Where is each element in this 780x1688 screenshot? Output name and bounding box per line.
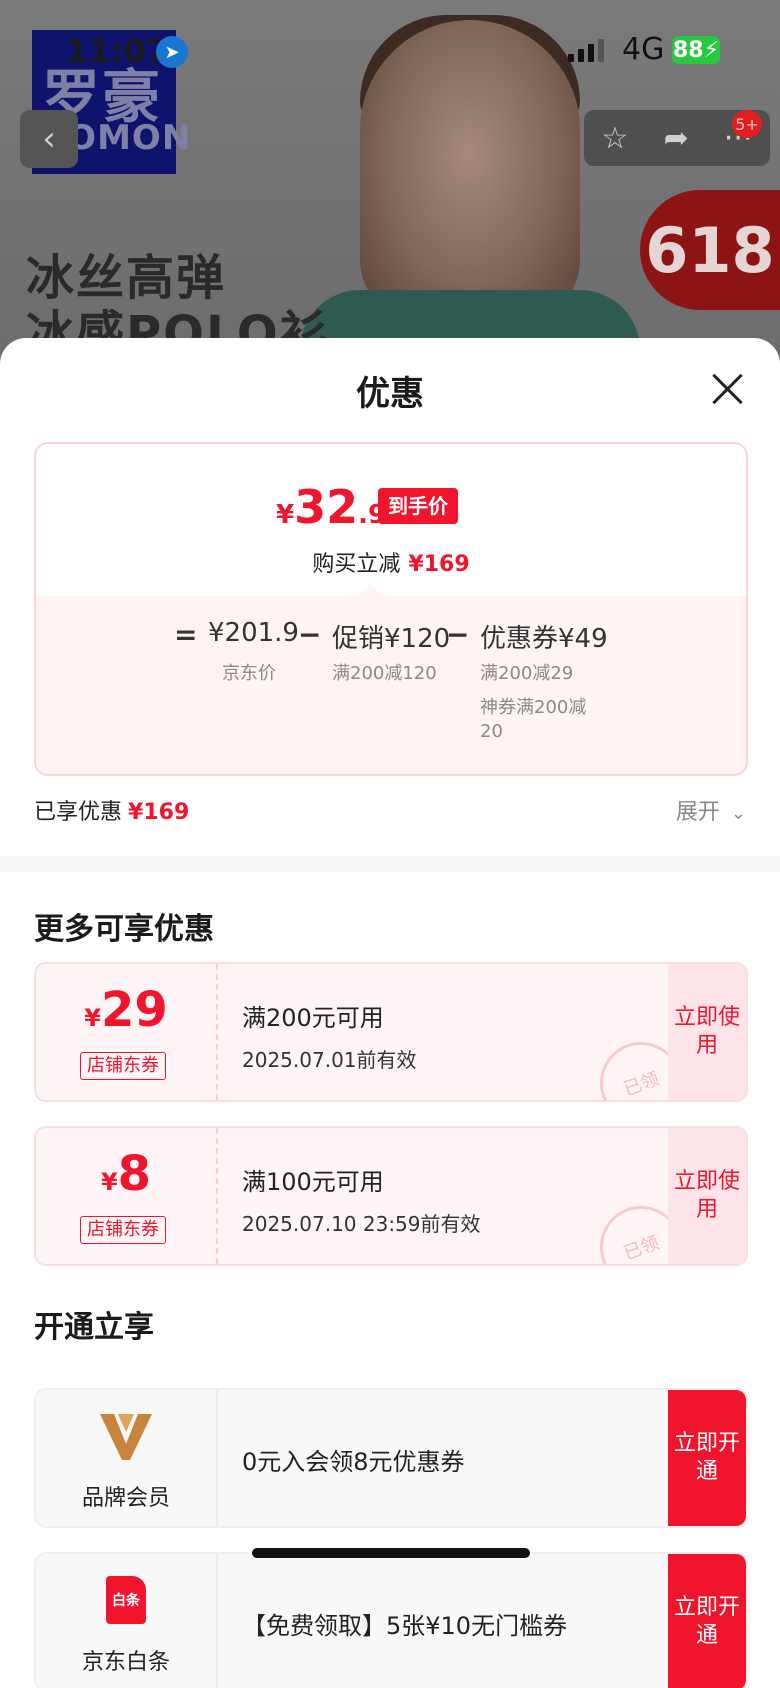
member-logo-area: 品牌会员 — [36, 1390, 218, 1526]
minus-sign: − — [446, 618, 470, 651]
calc-jd-price: ¥201.9 — [208, 618, 299, 648]
chevron-down-icon: ⌄ — [730, 803, 746, 824]
calc-coupon-rule-2: 神券满200减20 — [480, 697, 587, 742]
promo-line-1: 冰丝高弹 — [26, 250, 227, 306]
enjoyed-label: 已享优惠 — [34, 800, 123, 825]
coupon-condition: 满100元可用 — [242, 1168, 384, 1196]
baitiao-name: 京东白条 — [81, 1650, 170, 1675]
saving-line: 购买立减 ¥169 — [36, 546, 746, 578]
coupon-type: 店铺东券 — [80, 1216, 166, 1244]
saving-label: 购买立减 — [312, 552, 401, 577]
sheet-title: 优惠 — [356, 374, 424, 414]
battery-level: 88 — [672, 37, 704, 63]
final-price-currency: ¥ — [276, 500, 295, 530]
join-member-button[interactable]: 立即开通 — [668, 1390, 746, 1526]
coupon-value: ¥29 店铺东券 — [36, 964, 218, 1100]
section-divider — [0, 856, 780, 872]
coupon-condition: 满200元可用 — [242, 1004, 384, 1032]
coupon-amount: ¥29 — [36, 982, 216, 1038]
calc-promo-rule: 满200减120 — [332, 663, 437, 684]
calc-jd-price-label: 京东价 — [222, 663, 276, 684]
member-name: 品牌会员 — [81, 1486, 170, 1511]
use-coupon-button[interactable]: 立即使用 — [668, 964, 746, 1100]
expand-button[interactable]: 展开 ⌄ — [676, 794, 746, 826]
enjoyed-amount: ¥169 — [128, 800, 190, 825]
coupon-type: 店铺东券 — [80, 1052, 166, 1080]
use-coupon-button[interactable]: 立即使用 — [668, 1128, 746, 1264]
coupon-amount-number: 8 — [117, 1146, 152, 1202]
coupon-currency: ¥ — [84, 1004, 101, 1032]
coupon-value: ¥8 店铺东券 — [36, 1128, 218, 1264]
chevron-left-icon: ‹ — [42, 119, 56, 159]
more-offers-title: 更多可享优惠 — [34, 912, 214, 947]
final-price-integer: 32 — [294, 480, 359, 534]
open-baitiao-button[interactable]: 立即开通 — [668, 1554, 746, 1688]
member-description: 0元入会领8元优惠券 — [242, 1448, 465, 1476]
location-icon: ➤ — [156, 36, 188, 68]
calc-minus-2: − — [446, 618, 469, 651]
discount-sheet: 优惠 ¥32.9 到手价 购买立减 ¥169 = ¥201.9 京东价 − 促销¥… — [0, 338, 780, 1688]
calc-minus-1: − — [298, 618, 321, 651]
coupon-card[interactable]: ¥8 店铺东券 满100元可用 2025.07.10 23:59前有效 已领 立… — [34, 1126, 748, 1266]
expand-label: 展开 — [675, 800, 720, 825]
price-calculation: = ¥201.9 京东价 − 促销¥120 满200减120 − 优惠券¥49 … — [36, 584, 746, 774]
final-price: ¥32.9 — [276, 480, 386, 534]
brand-member-card[interactable]: 品牌会员 0元入会领8元优惠券 立即开通 — [34, 1388, 748, 1528]
coupon-card[interactable]: ¥29 店铺东券 满200元可用 2025.07.01前有效 已领 立即使用 — [34, 962, 748, 1102]
equals-sign: = — [174, 618, 198, 651]
brand-member-logo-icon — [100, 1414, 152, 1460]
baitiao-card[interactable]: 白条 京东白条 【免费领取】5张¥10无门槛券 立即开通 — [34, 1552, 748, 1688]
coupon-amount-number: 29 — [100, 982, 168, 1038]
baitiao-logo-icon: 白条 — [106, 1576, 146, 1624]
coupon-currency: ¥ — [100, 1168, 118, 1196]
campaign-badge: 618 — [640, 190, 780, 310]
battery-icon: 88 ⚡ — [672, 36, 720, 64]
status-bar: 11:07 ➤ 4G 88 ⚡ — [0, 30, 780, 74]
membership-title: 开通立享 — [34, 1310, 154, 1345]
baitiao-description: 【免费领取】5张¥10无门槛券 — [242, 1612, 568, 1640]
home-indicator[interactable] — [252, 1548, 530, 1558]
calc-coupon-rule-1: 满200减29 — [480, 663, 574, 684]
enjoyed-discount: 已享优惠 ¥169 — [34, 794, 189, 826]
star-icon[interactable]: ☆ — [602, 121, 629, 156]
signal-icon — [568, 38, 604, 62]
status-time: 11:07 — [66, 32, 168, 70]
message-badge: 5+ — [732, 110, 762, 138]
final-price-section: ¥32.9 到手价 购买立减 ¥169 — [36, 444, 746, 596]
close-icon[interactable] — [710, 372, 744, 406]
calc-coupon: 优惠券¥49 — [480, 624, 608, 654]
calc-promo: 促销¥120 — [332, 624, 451, 654]
network-type: 4G — [622, 32, 665, 67]
back-button[interactable]: ‹ — [20, 110, 78, 168]
coupon-amount: ¥8 — [36, 1146, 216, 1202]
share-icon[interactable]: ➦ — [664, 121, 689, 156]
calc-equals: = — [174, 618, 197, 651]
price-breakdown-card: ¥32.9 到手价 购买立减 ¥169 = ¥201.9 京东价 − 促销¥120… — [34, 442, 748, 776]
coupon-expiry: 2025.07.10 23:59前有效 — [242, 1212, 481, 1236]
coupon-expiry: 2025.07.01前有效 — [242, 1048, 417, 1072]
minus-sign: − — [298, 618, 322, 651]
baitiao-logo-area: 白条 京东白条 — [36, 1554, 218, 1688]
final-price-tag: 到手价 — [378, 488, 458, 524]
saving-amount: ¥169 — [408, 552, 470, 577]
